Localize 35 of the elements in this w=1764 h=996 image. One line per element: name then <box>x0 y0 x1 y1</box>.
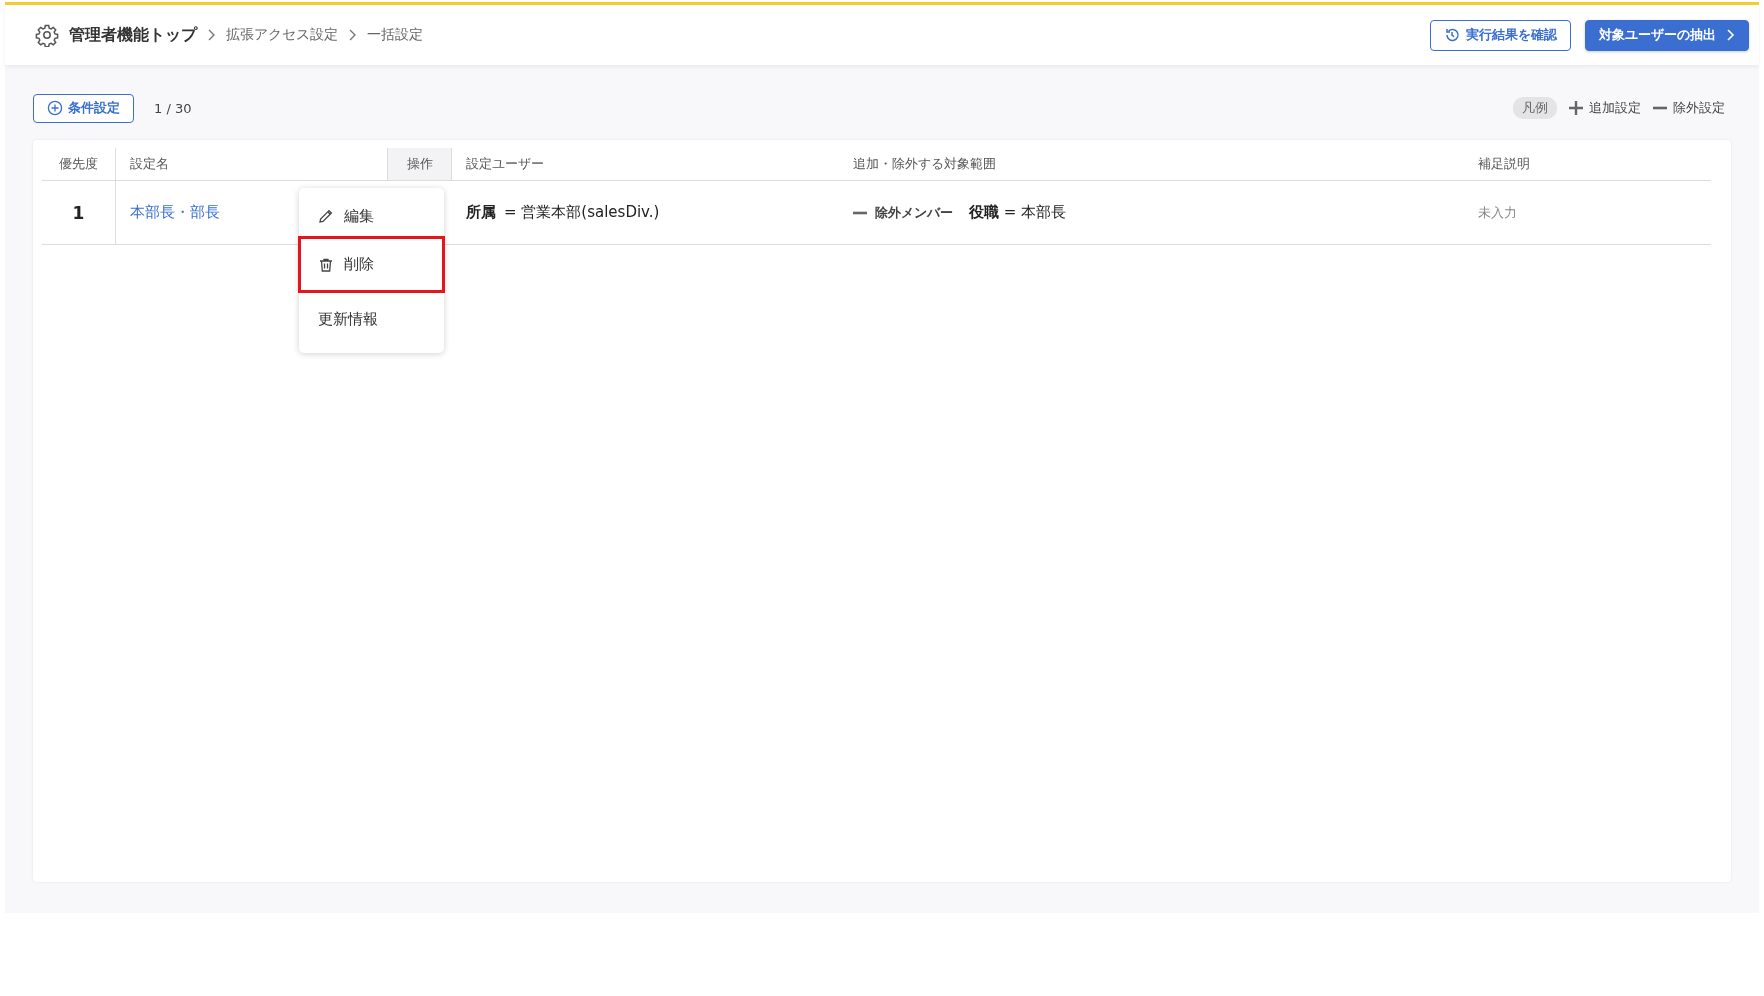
menu-item[interactable]: 更新情報 <box>298 293 445 345</box>
table-cell: 所属 = 営業本部(salesDiv.) <box>452 181 839 245</box>
pencil-icon <box>318 208 334 224</box>
column-header: 設定ユーザー <box>452 148 839 181</box>
table-cell: 1 <box>42 181 116 245</box>
plus-icon <box>1569 101 1583 115</box>
column-header: 操作 <box>387 148 452 181</box>
legend-label: 追加設定 <box>1589 99 1641 117</box>
legend-badge: 凡例 <box>1513 97 1557 119</box>
column-header: 追加・除外する対象範囲 <box>839 148 1464 181</box>
menu-item[interactable]: 削除 <box>298 236 445 293</box>
trash-icon <box>318 256 334 273</box>
minus-icon <box>853 210 867 215</box>
breadcrumb-current: 一括設定 <box>367 26 423 44</box>
history-icon <box>1444 27 1460 43</box>
chevron-icon <box>207 28 216 42</box>
range-condition: 役職 = 本部長 <box>969 203 1067 222</box>
chevron-icon <box>348 28 357 42</box>
table-cell: 未入力 <box>1464 181 1711 245</box>
column-header: 補足説明 <box>1464 148 1711 181</box>
add-condition-button[interactable]: 条件設定 <box>33 93 134 123</box>
range-type: 除外メンバー <box>875 203 953 222</box>
settings-icon[interactable] <box>35 23 59 47</box>
minus-icon <box>1653 106 1667 110</box>
plus-circle-icon <box>47 100 63 116</box>
breadcrumb-link[interactable]: 管理者機能トップ <box>69 24 197 46</box>
menu-item[interactable]: 編集 <box>298 196 445 236</box>
breadcrumb-link[interactable]: 拡張アクセス設定 <box>226 26 338 44</box>
setting-name-link[interactable]: 本部長・部長 <box>130 203 220 222</box>
column-header: 優先度 <box>42 148 116 181</box>
legend-label: 除外設定 <box>1673 99 1725 117</box>
count-label: 1 / 30 <box>154 100 192 116</box>
extract-button[interactable]: 対象ユーザーの抽出 <box>1585 19 1749 51</box>
results-button[interactable]: 実行結果を確認 <box>1430 19 1571 51</box>
chevron-icon <box>1726 28 1735 42</box>
